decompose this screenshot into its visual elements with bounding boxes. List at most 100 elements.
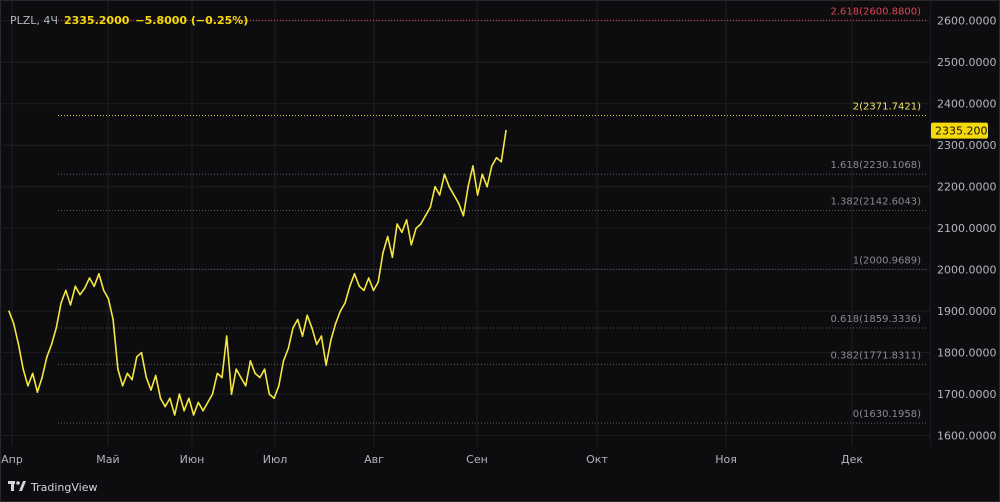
price-point (169, 397, 171, 400)
fib-level-label: 1(2000.9689) (853, 255, 921, 266)
price-point (472, 165, 474, 167)
y-tick-label: 2500.0000 (937, 56, 997, 69)
price-point (74, 285, 77, 288)
x-tick-label: Дек (841, 453, 863, 466)
price-point (102, 289, 105, 292)
price-point (126, 372, 129, 375)
y-tick-label: 2200.0000 (937, 181, 997, 194)
price-point (339, 310, 342, 313)
price-point (197, 401, 200, 404)
y-axis[interactable]: 2600.0000 2500.0000 2400.0000 2300.0000 2200… (931, 15, 997, 443)
y-tick-label: 1600.0000 (937, 430, 997, 443)
price-point (211, 393, 214, 395)
price-point (207, 401, 209, 404)
price-point (112, 318, 114, 321)
price-point (235, 368, 237, 371)
price-point (434, 185, 436, 188)
price-point (46, 356, 48, 358)
price-point (41, 376, 43, 379)
price-change: −5.8000 (−0.25%) (135, 14, 249, 27)
price-point (88, 277, 91, 279)
brand-name: TradingView (31, 481, 98, 494)
price-point (429, 206, 432, 209)
price-point (453, 194, 455, 196)
symbol-header: PLZL, 4Ч 2335.2000 −5.8000 (−0.25%) (10, 14, 248, 27)
price-point (69, 304, 72, 306)
price-point (410, 244, 413, 246)
price-point (173, 414, 176, 416)
price-point (154, 374, 157, 377)
price-point (320, 335, 323, 337)
y-tick-label: 2600.0000 (937, 15, 997, 28)
price-point (334, 322, 337, 325)
y-tick-label: 1900.0000 (937, 305, 997, 318)
price-point (188, 397, 190, 400)
price-point (358, 285, 361, 288)
price-point (301, 335, 304, 337)
price-point (60, 302, 62, 304)
price-point (145, 376, 148, 379)
price-point (27, 385, 29, 387)
fib-level-label: 1.618(2230.1068) (830, 160, 921, 171)
price-point (372, 289, 375, 292)
price-chart[interactable]: 2.618(2600.8800) 2(2371.7421) 1.618(2230.1… (0, 0, 1000, 502)
symbol-label[interactable]: PLZL, 4Ч (10, 14, 58, 27)
y-tick-label: 2300.0000 (937, 139, 997, 152)
price-point (315, 343, 318, 346)
price-point (377, 281, 380, 283)
price-point (263, 368, 266, 371)
price-point (467, 185, 469, 188)
price-point (349, 285, 351, 288)
price-point (79, 293, 81, 296)
price-point (292, 327, 294, 329)
price-point (159, 397, 162, 400)
price-line (8, 130, 507, 416)
brand[interactable]: TradingView (8, 480, 97, 495)
fib-level-label: 2.618(2600.8800) (830, 6, 921, 17)
price-point (22, 368, 25, 371)
x-tick-label: Сен (466, 453, 488, 466)
fib-level-label: 1.382(2142.6043) (830, 197, 921, 208)
price-point (136, 356, 138, 358)
price-point (93, 285, 95, 288)
y-tick-label: 2100.0000 (937, 222, 997, 235)
price-point (83, 287, 86, 290)
price-point (401, 231, 403, 234)
price-point (505, 129, 507, 132)
grid (0, 0, 930, 446)
price-point (363, 289, 365, 292)
price-point (443, 173, 446, 176)
price-point (117, 368, 119, 371)
price-point (254, 372, 256, 375)
price-point (50, 343, 53, 346)
price-point (8, 310, 10, 313)
x-tick-label: Май (96, 453, 119, 466)
price-point (150, 389, 152, 391)
price-point (396, 223, 398, 225)
last-price: 2335.2000 (63, 14, 130, 27)
price-point (296, 318, 299, 321)
price-point (230, 393, 233, 395)
price-point (259, 376, 261, 379)
price-point (325, 364, 327, 366)
price-point (164, 405, 166, 408)
price-point (17, 343, 20, 346)
price-point (178, 393, 181, 395)
price-point (36, 391, 39, 393)
y-tick-label: 1700.0000 (937, 388, 997, 401)
x-axis[interactable]: Апр Май Июн Июл Авг Сен Окт Ноя Дек (1, 453, 863, 466)
fibonacci-extension[interactable]: 2.618(2600.8800) 2(2371.7421) 1.618(2230.1… (58, 6, 928, 424)
x-tick-label: Апр (1, 453, 23, 466)
price-point (405, 219, 408, 221)
y-tick-label: 1800.0000 (937, 347, 997, 360)
x-tick-label: Ноя (715, 453, 737, 466)
price-point (273, 397, 275, 400)
price-point (225, 335, 228, 337)
price-point (495, 156, 498, 159)
price-point (462, 214, 465, 217)
price-point (107, 297, 110, 300)
price-point (65, 289, 67, 292)
x-tick-label: Авг (364, 453, 384, 466)
x-tick-label: Окт (586, 453, 608, 466)
price-point (448, 185, 451, 188)
